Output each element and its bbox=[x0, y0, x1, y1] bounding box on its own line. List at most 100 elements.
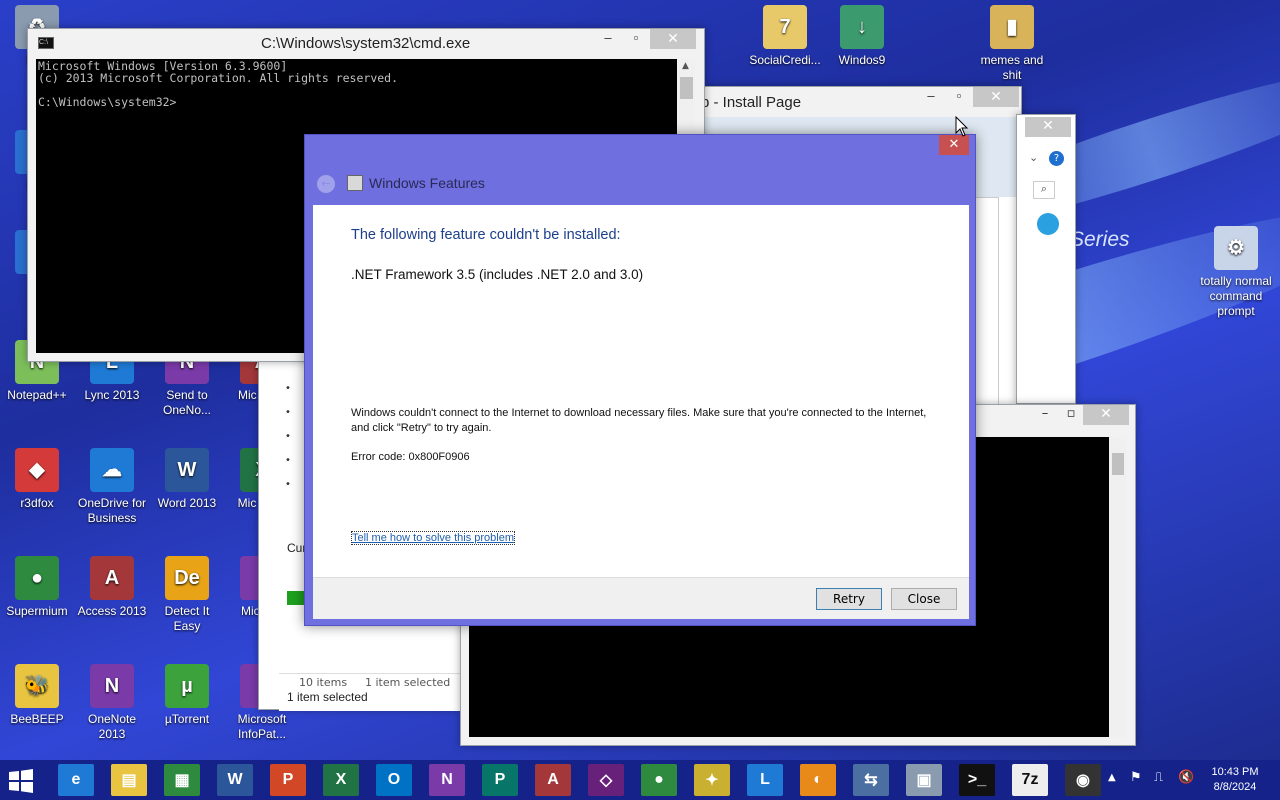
windows-features-dialog[interactable]: ✕ ← Windows Features The following featu… bbox=[304, 134, 976, 626]
action-center-flag-icon[interactable]: ⚑ bbox=[1130, 770, 1142, 785]
desktop-icon[interactable]: W Word 2013 bbox=[150, 448, 224, 511]
dialog-footer: Retry Close bbox=[313, 577, 969, 619]
error-code: Error code: 0x800F0906 bbox=[351, 451, 470, 463]
taskbar-device-app-icon[interactable]: ▣ bbox=[906, 764, 942, 796]
taskbar-outlook-icon[interactable]: O bbox=[376, 764, 412, 796]
taskbar-visual-studio-icon[interactable]: ◇ bbox=[588, 764, 624, 796]
desktop-icon-label: Send to OneNo... bbox=[162, 388, 212, 417]
minimize-button[interactable]: – bbox=[1031, 405, 1059, 425]
taskbar-file-explorer-icon[interactable]: ▤ bbox=[111, 764, 147, 796]
start-button[interactable] bbox=[8, 768, 34, 794]
close-button[interactable]: ✕ bbox=[1083, 405, 1129, 425]
desktop-app-icon: W bbox=[165, 448, 209, 492]
windows-features-icon bbox=[347, 175, 363, 191]
desktop-icon[interactable]: ● Supermium bbox=[0, 556, 74, 619]
desktop-app-icon: ☁ bbox=[90, 448, 134, 492]
taskbar-excel-icon[interactable]: X bbox=[323, 764, 359, 796]
windows-logo-icon bbox=[9, 769, 33, 793]
cmd-title: C:\Windows\system32\cmd.exe bbox=[261, 35, 471, 52]
scroll-thumb[interactable] bbox=[680, 77, 693, 99]
minimize-button[interactable]: – bbox=[917, 87, 945, 107]
retry-button[interactable]: Retry bbox=[816, 588, 882, 610]
maximize-button[interactable]: ▫ bbox=[622, 29, 650, 49]
status-bar-text: 1 item selected bbox=[287, 690, 368, 704]
bullet-list: • • • • • bbox=[285, 383, 291, 490]
maximize-button[interactable]: ▫ bbox=[1057, 405, 1085, 425]
desktop-icon[interactable]: De Detect It Easy bbox=[150, 556, 224, 634]
taskbar-orange-app-icon[interactable]: ◐ bbox=[800, 764, 836, 796]
close-button[interactable]: Close bbox=[891, 588, 957, 610]
desktop-icon[interactable]: ▮ memes and shit bbox=[975, 5, 1049, 83]
desktop-icon-label: BeeBEEP bbox=[10, 712, 64, 726]
wallpaper-series-text: Series bbox=[1070, 228, 1130, 251]
install-page-title: p - Install Page bbox=[701, 94, 802, 111]
desktop-icon[interactable]: N OneNote 2013 bbox=[75, 664, 149, 742]
minimize-button[interactable]: – bbox=[594, 29, 622, 49]
desktop-icon[interactable]: ◆ r3dfox bbox=[0, 448, 74, 511]
back-arrow-icon[interactable]: ← bbox=[317, 175, 335, 193]
desktop-icon-label: µTorrent bbox=[164, 712, 210, 726]
side-close-button[interactable]: ✕ bbox=[1025, 117, 1071, 137]
network-icon[interactable]: ⎍ bbox=[1154, 770, 1163, 785]
desktop-icon-label: SocialCredi... bbox=[749, 53, 821, 67]
cmd-titlebar[interactable]: C:\ C:\Windows\system32\cmd.exe – ▫ ✕ bbox=[28, 29, 704, 59]
taskbar-cmd-icon[interactable]: >_ bbox=[959, 764, 995, 796]
scroll-thumb[interactable] bbox=[1112, 453, 1124, 475]
desktop-icon-label: Windos9 bbox=[838, 53, 886, 67]
desktop-app-icon: 🐝 bbox=[15, 664, 59, 708]
desktop-icon-label: OneDrive for Business bbox=[77, 496, 147, 525]
desktop-icon[interactable]: ☁ OneDrive for Business bbox=[75, 448, 149, 526]
taskbar-supermium-icon[interactable]: ● bbox=[641, 764, 677, 796]
taskbar-access-icon[interactable]: A bbox=[535, 764, 571, 796]
desktop-icon[interactable]: ↓ Windos9 bbox=[825, 5, 899, 68]
taskbar-lync-icon[interactable]: L bbox=[747, 764, 783, 796]
help-icon[interactable]: ? bbox=[1049, 151, 1064, 166]
status-items: 10 items bbox=[299, 676, 348, 689]
scrollbar[interactable] bbox=[1109, 437, 1127, 737]
desktop-app-icon: ◆ bbox=[15, 448, 59, 492]
side-window[interactable]: ✕ ⌄ ? ⌕ bbox=[1016, 114, 1076, 404]
help-link[interactable]: Tell me how to solve this problem bbox=[351, 531, 516, 545]
dialog-title: Windows Features bbox=[369, 175, 485, 191]
taskbar-7zip-icon[interactable]: 7z bbox=[1012, 764, 1048, 796]
volume-muted-icon[interactable]: 🔇 bbox=[1178, 770, 1194, 785]
show-hidden-icons-icon[interactable]: ▲ bbox=[1108, 772, 1116, 783]
taskbar[interactable]: e ▤ ▦ W P X O N P A ◇ ● ✦ L ◐ ⇆ ▣ >_ 7z ◉ ▲ ⚑ ⎍ 🔇 10:43 PM … bbox=[0, 760, 1280, 800]
taskbar-publisher-icon[interactable]: P bbox=[482, 764, 518, 796]
status-selected: 1 item selected bbox=[365, 676, 451, 689]
desktop-icon[interactable]: µ µTorrent bbox=[150, 664, 224, 727]
taskbar-ie-icon[interactable]: e bbox=[58, 764, 94, 796]
close-icon[interactable]: ✕ bbox=[939, 135, 969, 155]
desktop-icon[interactable]: 🐝 BeeBEEP bbox=[0, 664, 74, 727]
status-area: 10 items 1 item selected 1 item selected bbox=[279, 673, 462, 711]
taskbar-vm-app-icon[interactable]: ◉ bbox=[1065, 764, 1101, 796]
desktop-app-icon: N bbox=[90, 664, 134, 708]
desktop-icon-label: Lync 2013 bbox=[84, 388, 140, 402]
close-button[interactable]: ✕ bbox=[973, 87, 1019, 107]
install-page-titlebar[interactable]: p - Install Page – ▫ ✕ bbox=[701, 87, 1021, 117]
taskbar-store-icon[interactable]: ▦ bbox=[164, 764, 200, 796]
clock[interactable]: 10:43 PM 8/8/2024 bbox=[1204, 765, 1266, 795]
dialog-heading: The following feature couldn't be instal… bbox=[351, 227, 621, 243]
maximize-button[interactable]: ▫ bbox=[945, 87, 973, 107]
chevron-down-icon[interactable]: ⌄ bbox=[1029, 151, 1038, 164]
close-button[interactable]: ✕ bbox=[650, 29, 696, 49]
scroll-up-icon[interactable]: ▲ bbox=[682, 61, 689, 71]
desktop-app-icon: µ bbox=[165, 664, 209, 708]
taskbar-onenote-icon[interactable]: N bbox=[429, 764, 465, 796]
console-line: (c) 2013 Microsoft Corporation. All righ… bbox=[38, 71, 399, 85]
desktop-icon[interactable]: A Access 2013 bbox=[75, 556, 149, 619]
search-icon[interactable]: ⌕ bbox=[1033, 181, 1055, 199]
taskbar-beebeep-icon[interactable]: ✦ bbox=[694, 764, 730, 796]
clock-date: 8/8/2024 bbox=[1213, 781, 1257, 793]
mouse-cursor-icon bbox=[955, 116, 969, 137]
taskbar-powerpoint-icon[interactable]: P bbox=[270, 764, 306, 796]
error-message: Windows couldn't connect to the Internet… bbox=[351, 407, 927, 434]
desktop-icon[interactable]: ⚙ totally normal command prompt bbox=[1199, 226, 1273, 319]
taskbar-word-icon[interactable]: W bbox=[217, 764, 253, 796]
progress-bar bbox=[287, 591, 305, 605]
desktop-icon-label: Supermium bbox=[6, 604, 68, 618]
desktop-icon[interactable]: 7 SocialCredi... bbox=[748, 5, 822, 68]
app-icon bbox=[1037, 213, 1059, 235]
taskbar-network-app-icon[interactable]: ⇆ bbox=[853, 764, 889, 796]
